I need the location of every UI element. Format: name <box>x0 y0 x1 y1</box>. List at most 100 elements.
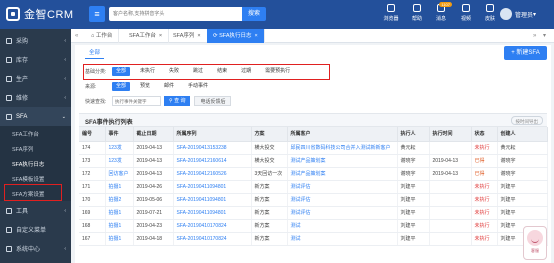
skin-icon <box>486 4 494 12</box>
table-cell[interactable]: SFA-20190412160614 <box>173 154 252 168</box>
help-button[interactable]: 帮助 <box>404 4 430 26</box>
table-cell[interactable]: 拍摄1 <box>105 232 134 246</box>
sidebar-sub-sfa-sequence[interactable]: SFA序列 <box>0 141 71 156</box>
table-cell[interactable]: 拍摄1 <box>105 180 134 194</box>
reset-button[interactable]: 电话反馈后 <box>194 96 232 106</box>
table-cell[interactable]: 123发 <box>105 141 134 155</box>
sidebar-item-production[interactable]: 生产 ‹ <box>0 69 71 88</box>
col-header[interactable]: 创建人 <box>497 127 548 142</box>
sidebar-item-purchase[interactable]: 采购 ‹ <box>0 31 71 50</box>
chevron-left-icon: ‹ <box>64 75 66 82</box>
tab-sfa-workbench[interactable]: SFA工作台 × <box>123 29 170 43</box>
logo[interactable]: 金智CRM <box>6 5 74 23</box>
browser-button[interactable]: 浏览器 <box>378 4 404 26</box>
tab-workbench[interactable]: ⌂ 工作台 <box>85 29 120 43</box>
table-cell[interactable]: 测试评估 <box>287 206 398 220</box>
table-cell[interactable]: SFA-20190410170824 <box>173 219 252 233</box>
col-header[interactable]: 状态 <box>471 127 498 142</box>
table-cell[interactable]: 测试 <box>287 219 398 233</box>
sidebar-sub-sfa-workbench[interactable]: SFA工作台 <box>0 126 71 141</box>
col-header[interactable]: 执行时间 <box>429 127 472 142</box>
table-row[interactable]: 172 回访客户 2019-04-13 SFA-20190412160526 3天回访一… <box>79 167 548 181</box>
table-cell[interactable]: 拍摄1 <box>105 219 134 233</box>
tab-menu-icon[interactable]: ▾ <box>543 29 546 43</box>
table-cell[interactable]: SFA-20190412160526 <box>173 167 252 181</box>
table-cell[interactable]: SFA-20190411094801 <box>173 193 252 207</box>
table-row[interactable]: 169 拍摄1 2019-07-21 SFA-20190411094801 新方案 测试评… <box>79 206 548 220</box>
table-cell[interactable]: SFA-20190410170824 <box>173 232 252 246</box>
table-cell: 167 <box>79 232 106 246</box>
menu-icon <box>6 226 12 233</box>
new-sfa-button[interactable]: + 新建SFA <box>504 46 547 60</box>
tab-scroll-left-icon[interactable]: « <box>75 29 78 43</box>
sidebar-item-inventory[interactable]: 库存 ‹ <box>0 50 71 69</box>
col-header[interactable]: 所属序列 <box>173 127 252 142</box>
table-cell[interactable]: 123发 <box>105 154 134 168</box>
col-header[interactable]: 事件 <box>105 127 134 142</box>
close-icon[interactable]: × <box>255 33 258 39</box>
close-icon[interactable]: × <box>197 33 200 39</box>
table-cell[interactable]: 测试评估 <box>287 193 398 207</box>
query-button[interactable]: ⚲ 查 询 <box>164 96 191 106</box>
sidebar-item-tools[interactable]: 工具 ‹ <box>0 201 71 220</box>
table-row[interactable]: 167 拍摄1 2019-04-18 SFA-20190410170824 新方案 测试刘… <box>79 232 548 246</box>
table-cell[interactable]: 测试评估 <box>287 180 398 194</box>
table-cell[interactable]: 测试 <box>287 232 398 246</box>
table-cell: 170 <box>79 193 106 207</box>
col-header[interactable]: 执行人 <box>397 127 430 142</box>
sidebar-item-sfa[interactable]: SFA ⌄ <box>0 107 71 126</box>
browser-icon <box>387 4 395 12</box>
source-chip-preview[interactable]: 预览 <box>136 82 154 91</box>
col-header[interactable]: 截止日期 <box>133 127 174 142</box>
sidebar-item-custom-menu[interactable]: 自定义菜单 <box>0 220 71 239</box>
tab-scroll-right-icon[interactable]: » <box>533 29 536 43</box>
source-chip-manual[interactable]: 手动事件 <box>184 82 212 91</box>
table-cell: 169 <box>79 206 106 220</box>
table-cell[interactable]: SFA-20190413153238 <box>173 141 252 155</box>
table-cell: 2019-04-13 <box>429 154 472 168</box>
brand-name: 金智CRM <box>24 9 74 21</box>
table-cell[interactable]: 拍摄2 <box>105 193 134 207</box>
table-cell: 谢晓宇 <box>397 154 430 168</box>
table-row[interactable]: 170 拍摄2 2019-05-06 SFA-20190411094801 新方案 测试评… <box>79 193 548 207</box>
col-header[interactable]: 方案 <box>251 127 288 142</box>
sidebar-sub-sfa-log[interactable]: SFA执行日志 <box>0 156 71 171</box>
subtab-all[interactable]: 全部 <box>85 47 105 59</box>
close-icon[interactable]: × <box>159 33 162 39</box>
tab-sfa-sequence[interactable]: SFA序列 × <box>167 29 208 43</box>
col-header[interactable]: 编号 <box>79 127 106 142</box>
table-cell[interactable]: 回访客户 <box>105 167 134 181</box>
col-header[interactable]: 所属客户 <box>287 127 398 142</box>
table-cell[interactable]: 邱民四川省数码科技公司合并入测试新新客户 <box>287 141 398 155</box>
customer-search-input[interactable] <box>109 7 242 21</box>
table-cell[interactable]: 测试产品策划案 <box>287 167 398 181</box>
source-chip-email[interactable]: 邮件 <box>160 82 178 91</box>
table-cell[interactable]: SFA-20190411094801 <box>173 206 252 220</box>
source-chip-all[interactable]: 全部 <box>112 82 131 91</box>
list-title: SFA事件执行列表 <box>85 120 133 126</box>
table-cell[interactable]: SFA-20190411094801 <box>173 180 252 194</box>
table-cell[interactable]: 拍摄1 <box>105 206 134 220</box>
sidebar-item-system[interactable]: 系统中心 ‹ <box>0 239 71 258</box>
keyword-input[interactable] <box>112 96 161 106</box>
tab-sfa-log[interactable]: ⟳ SFA执行日志 × <box>207 29 265 43</box>
message-button[interactable]: 1107 消息 <box>428 2 454 26</box>
table-cell: 173 <box>79 154 106 168</box>
video-button[interactable]: 视频 <box>453 4 479 26</box>
tab-strip: « ⌂ 工作台 SFA工作台 × SFA序列 × ⟳ SFA执行日志 × » ▾ <box>71 29 554 43</box>
export-button[interactable]: 按时间导出 <box>510 116 543 125</box>
table-cell: 新方案 <box>251 206 288 220</box>
table-cell: 2019-04-23 <box>133 219 174 233</box>
table-row[interactable]: 174 123发 2019-04-13 SFA-20190413153238 横大投交邱… <box>79 141 548 155</box>
table-cell <box>429 180 472 194</box>
table-row[interactable]: 168 拍摄1 2019-04-23 SFA-20190410170824 新方案 测试刘… <box>79 219 548 233</box>
table-row[interactable]: 171 拍摄1 2019-04-26 SFA-20190411094801 新方案 测试评… <box>79 180 548 194</box>
support-widget[interactable]: 客服 <box>523 226 547 260</box>
search-button[interactable]: 搜索 <box>242 7 266 21</box>
menu-toggle-button[interactable]: ≡ <box>89 6 105 22</box>
table-cell: 未执行 <box>471 141 498 155</box>
sidebar-item-repair[interactable]: 维修 ‹ <box>0 88 71 107</box>
table-row[interactable]: 173 123发 2019-04-13 SFA-20190412160614 横大投交测… <box>79 154 548 168</box>
user-menu[interactable]: 管理员 ▾ <box>500 8 536 20</box>
table-cell[interactable]: 测试产品策划案 <box>287 154 398 168</box>
